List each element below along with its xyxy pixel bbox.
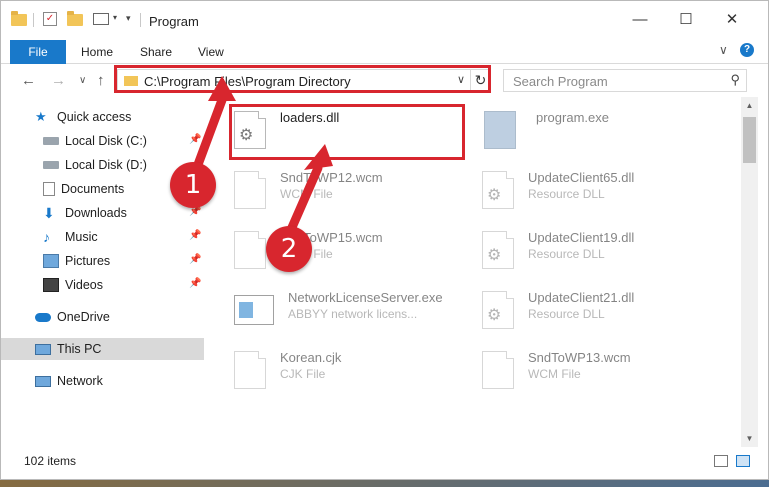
expand-ribbon-icon[interactable]: ∨ xyxy=(719,43,728,57)
cloud-icon xyxy=(35,312,51,322)
sidebar-item-label: Local Disk (C:) xyxy=(65,134,147,148)
status-bar: 102 items xyxy=(1,447,768,475)
file-name: UpdateClient65.dll xyxy=(528,170,635,185)
vertical-scrollbar[interactable]: ▲ ▼ xyxy=(741,97,758,447)
file-item-updateclient21[interactable]: ⚙ UpdateClient21.dll Resource DLL xyxy=(482,287,712,335)
music-icon: ♪ xyxy=(43,229,50,245)
details-view-icon[interactable] xyxy=(714,455,728,467)
file-icon xyxy=(234,171,266,209)
documents-icon xyxy=(43,182,55,196)
tab-view[interactable]: View xyxy=(198,45,224,59)
up-button[interactable]: ↑ xyxy=(97,72,105,89)
star-icon: ★ xyxy=(35,109,47,124)
file-icon xyxy=(234,351,266,389)
file-item-sndtowp12[interactable]: SndToWP12.wcm WCM File xyxy=(234,167,464,215)
sidebar-item-label: Downloads xyxy=(65,206,127,220)
forward-button[interactable]: → xyxy=(51,72,66,89)
scroll-thumb[interactable] xyxy=(743,117,756,163)
file-name: NetworkLicenseServer.exe xyxy=(288,290,443,305)
pin-icon[interactable]: 📌 xyxy=(189,254,201,265)
videos-icon xyxy=(43,278,59,292)
search-icon[interactable]: ⚲ xyxy=(730,72,740,88)
file-icon xyxy=(482,351,514,389)
file-item-networklicenseserver[interactable]: NetworkLicenseServer.exe ABBYY network l… xyxy=(234,287,464,335)
sidebar-item-label: Quick access xyxy=(57,110,132,124)
file-type: ABBYY network licens... xyxy=(288,307,418,321)
file-name: UpdateClient19.dll xyxy=(528,230,635,245)
file-type: WCM File xyxy=(280,187,333,201)
file-type: Resource DLL xyxy=(528,247,605,261)
file-type: WCM File xyxy=(528,367,581,381)
file-type: Resource DLL xyxy=(528,307,605,321)
sidebar-item-label: Network xyxy=(57,374,103,388)
file-name: SndToWP13.wcm xyxy=(528,350,631,365)
pictures-icon xyxy=(43,254,59,268)
file-highlight-box xyxy=(229,104,465,160)
tab-home[interactable]: Home xyxy=(81,45,113,59)
close-button[interactable]: ✕ xyxy=(709,1,755,37)
address-highlight-box xyxy=(114,65,491,93)
pin-icon[interactable]: 📌 xyxy=(189,230,201,241)
search-box[interactable]: Search Program ⚲ xyxy=(503,69,747,92)
file-name: SndToWP12.wcm xyxy=(280,170,383,185)
customize-dropdown-icon[interactable]: ▾ xyxy=(113,13,117,22)
new-folder-icon[interactable] xyxy=(67,11,83,27)
maximize-button[interactable]: ☐ xyxy=(663,1,709,37)
download-icon: ⬇ xyxy=(43,205,55,221)
file-item-updateclient19[interactable]: ⚙ UpdateClient19.dll Resource DLL xyxy=(482,227,712,275)
sidebar-item-label: Music xyxy=(65,230,98,244)
help-icon[interactable]: ? xyxy=(740,43,754,57)
drive-icon xyxy=(43,137,59,145)
recent-locations-button[interactable]: ∨ xyxy=(79,75,86,86)
exe-icon xyxy=(484,111,516,149)
file-name: Korean.cjk xyxy=(280,350,342,365)
file-icon xyxy=(234,231,266,269)
file-item-sndtowp13[interactable]: SndToWP13.wcm WCM File xyxy=(482,347,712,395)
drive-icon xyxy=(43,161,59,169)
pin-icon[interactable]: 📌 xyxy=(189,134,201,145)
properties-icon[interactable]: ✓ xyxy=(43,12,57,26)
pin-icon[interactable]: 📌 xyxy=(189,278,201,289)
ribbon: File Home Share View ∨ ? xyxy=(1,37,768,64)
file-item-korean-cjk[interactable]: Korean.cjk CJK File xyxy=(234,347,464,395)
sidebar-item-label: OneDrive xyxy=(57,310,110,324)
folder-icon xyxy=(11,11,27,27)
search-input[interactable]: Search Program xyxy=(513,74,608,89)
network-icon xyxy=(35,375,51,387)
quick-access-toolbar-icon[interactable]: ▾ xyxy=(126,13,131,24)
dll-gear-icon: ⚙ xyxy=(482,231,514,269)
file-type: CJK File xyxy=(280,367,326,381)
sidebar-item-label: This PC xyxy=(57,342,102,356)
exe-window-icon xyxy=(234,295,274,325)
tab-file[interactable]: File xyxy=(10,40,66,64)
computer-icon xyxy=(35,343,51,355)
item-count: 102 items xyxy=(24,454,77,468)
file-name: program.exe xyxy=(536,110,609,125)
callout-badge-1: 1 xyxy=(170,162,216,208)
tab-share[interactable]: Share xyxy=(140,45,172,59)
back-button[interactable]: ← xyxy=(21,72,36,89)
file-item-program-exe[interactable]: program.exe xyxy=(484,107,714,155)
divider xyxy=(33,13,34,27)
window-title: Program xyxy=(149,14,199,29)
sidebar-item-this-pc[interactable]: This PC xyxy=(1,338,204,360)
callout-badge-2: 2 xyxy=(266,226,312,272)
minimize-button[interactable]: — xyxy=(617,1,663,37)
title-bar: ✓ ▾ ▾ Program — ☐ ✕ xyxy=(1,1,768,37)
file-item-updateclient65[interactable]: ⚙ UpdateClient65.dll Resource DLL xyxy=(482,167,712,215)
scroll-down-arrow-icon[interactable]: ▼ xyxy=(741,430,758,447)
file-type: Resource DLL xyxy=(528,187,605,201)
dll-gear-icon: ⚙ xyxy=(482,291,514,329)
navigation-pane: ★ Quick access Local Disk (C:) 📌 Local D… xyxy=(1,97,206,447)
sidebar-item-label: Pictures xyxy=(65,254,111,268)
divider xyxy=(140,13,141,27)
view-options-icon[interactable] xyxy=(93,13,109,25)
dll-gear-icon: ⚙ xyxy=(482,171,514,209)
large-icons-view-icon[interactable] xyxy=(736,455,750,467)
file-name: UpdateClient21.dll xyxy=(528,290,635,305)
scroll-up-arrow-icon[interactable]: ▲ xyxy=(741,97,758,114)
sidebar-item-label: Videos xyxy=(65,278,103,292)
sidebar-item-label: Local Disk (D:) xyxy=(65,158,147,172)
sidebar-item-label: Documents xyxy=(61,182,125,196)
